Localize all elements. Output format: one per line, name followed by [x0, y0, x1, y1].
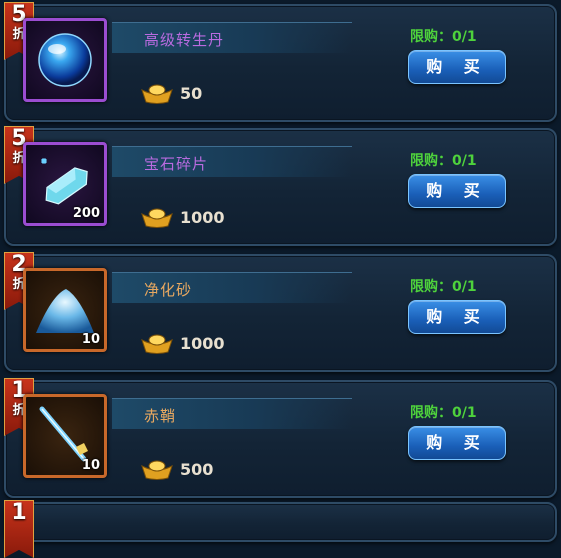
purchase-limit: 限购：0/1 [410, 405, 477, 421]
purchase-limit: 限购：0/1 [410, 153, 477, 169]
price-value: 500 [180, 459, 214, 479]
item-quantity: 10 [81, 458, 100, 473]
shop-item-row: 5 折 高级转生丹 50 限购：0/1 购 买 [4, 2, 557, 122]
buy-button[interactable]: 购 买 [408, 174, 506, 208]
shop-item-row: 2 折 10 净化砂 1000 限购：0/1 购 买 [4, 252, 557, 372]
price-value: 1000 [180, 207, 225, 227]
item-name: 高级转生丹 [144, 31, 225, 49]
gold-ingot-icon [141, 460, 173, 480]
item-quantity: 200 [72, 206, 100, 221]
shop-item-row: 1 折 10 赤鞘 500 限购：0/1 购 买 [4, 378, 557, 498]
item-name-bar: 宝石碎片 [112, 146, 352, 177]
item-slot[interactable]: 200 [23, 142, 107, 226]
shop-item-row: 5 折 200 宝石碎片 1000 限购：0/1 购 买 [4, 126, 557, 246]
price: 1000 [140, 332, 225, 354]
shop-list: 5 折 高级转生丹 50 限购：0/1 购 买 5 折 200 宝石碎片 100… [0, 0, 561, 558]
price-value: 1000 [180, 333, 225, 353]
price: 50 [140, 82, 202, 104]
purchase-limit: 限购：0/1 [410, 29, 477, 45]
gold-ingot-icon [141, 334, 173, 354]
item-name-bar: 赤鞘 [112, 398, 352, 429]
item-name: 赤鞘 [144, 407, 177, 425]
item-name: 净化砂 [144, 281, 193, 299]
item-name-bar: 净化砂 [112, 272, 352, 303]
item-name: 宝石碎片 [144, 155, 209, 173]
gold-ingot-icon [141, 208, 173, 228]
price-value: 50 [180, 83, 203, 103]
item-slot[interactable]: 10 [23, 394, 107, 478]
price: 1000 [140, 206, 225, 228]
item-quantity: 10 [81, 332, 100, 347]
blue-orb-icon [38, 33, 92, 87]
buy-button[interactable]: 购 买 [408, 426, 506, 460]
purchase-limit: 限购：0/1 [410, 279, 477, 295]
item-name-bar: 高级转生丹 [112, 22, 352, 53]
buy-button[interactable]: 购 买 [408, 300, 506, 334]
buy-button[interactable]: 购 买 [408, 50, 506, 84]
gold-ingot-icon [141, 84, 173, 104]
item-slot[interactable]: 10 [23, 268, 107, 352]
price: 500 [140, 458, 213, 480]
discount-value: 1 [11, 500, 27, 525]
shop-item-row-partial: 1 [4, 500, 557, 558]
item-slot[interactable] [23, 18, 107, 102]
